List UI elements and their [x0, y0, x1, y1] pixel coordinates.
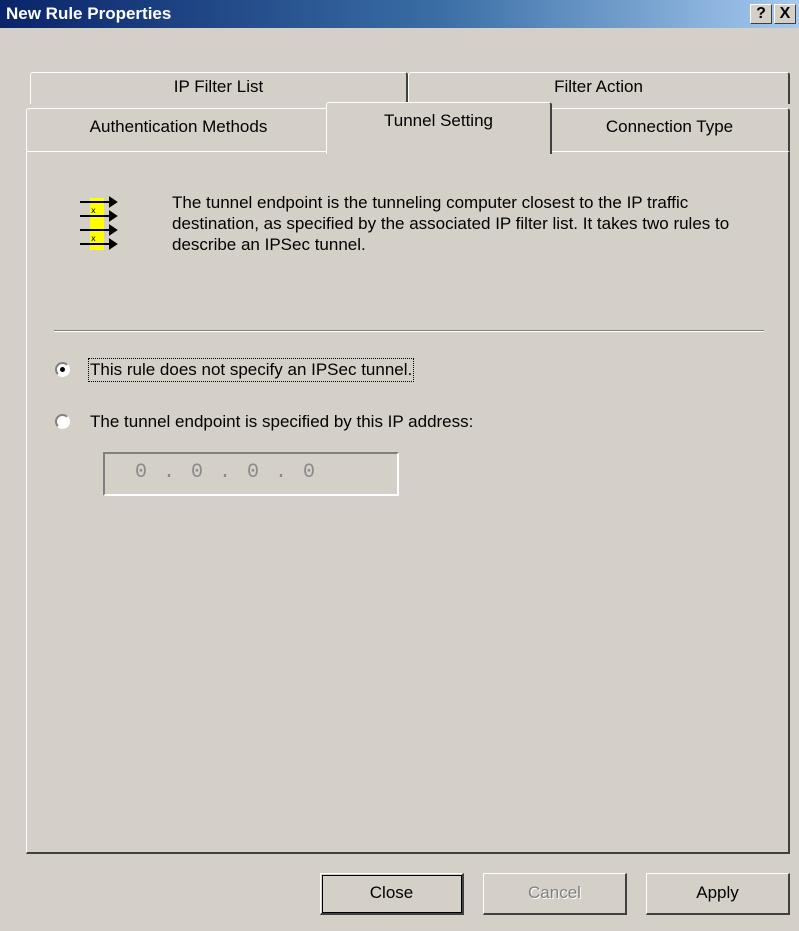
tab-tunnel-setting[interactable]: Tunnel Setting	[326, 102, 552, 154]
tab-panel	[26, 151, 790, 854]
close-window-button[interactable]: X	[774, 4, 796, 24]
tab-connection-type[interactable]: Connection Type	[550, 108, 790, 152]
tab-authentication-methods[interactable]: Authentication Methods	[26, 108, 332, 152]
svg-text:x: x	[91, 206, 96, 215]
tunnel-endpoint-radio[interactable]	[55, 414, 70, 429]
tab-filter-action[interactable]: Filter Action	[408, 72, 790, 104]
tunnel-arrows-icon: x x	[76, 194, 120, 254]
tab-ip-filter-list[interactable]: IP Filter List	[30, 72, 408, 104]
apply-button[interactable]: Apply	[646, 873, 790, 915]
cancel-button[interactable]: Cancel	[483, 873, 627, 915]
separator	[54, 330, 764, 332]
radio-selected-dot	[60, 367, 65, 372]
ip-address-field[interactable]: 0 . 0 . 0 . 0	[103, 452, 399, 496]
help-button[interactable]: ?	[750, 4, 772, 24]
tunnel-description: The tunnel endpoint is the tunneling com…	[172, 193, 730, 254]
no-tunnel-radio[interactable]	[55, 362, 70, 377]
window-title: New Rule Properties	[6, 4, 172, 23]
no-tunnel-label[interactable]: This rule does not specify an IPSec tunn…	[87, 358, 415, 382]
close-button[interactable]: Close	[320, 873, 464, 915]
svg-text:x: x	[91, 234, 96, 243]
tunnel-endpoint-label[interactable]: The tunnel endpoint is specified by this…	[90, 412, 473, 432]
title-bar[interactable]: New Rule Properties ? X	[0, 0, 799, 28]
